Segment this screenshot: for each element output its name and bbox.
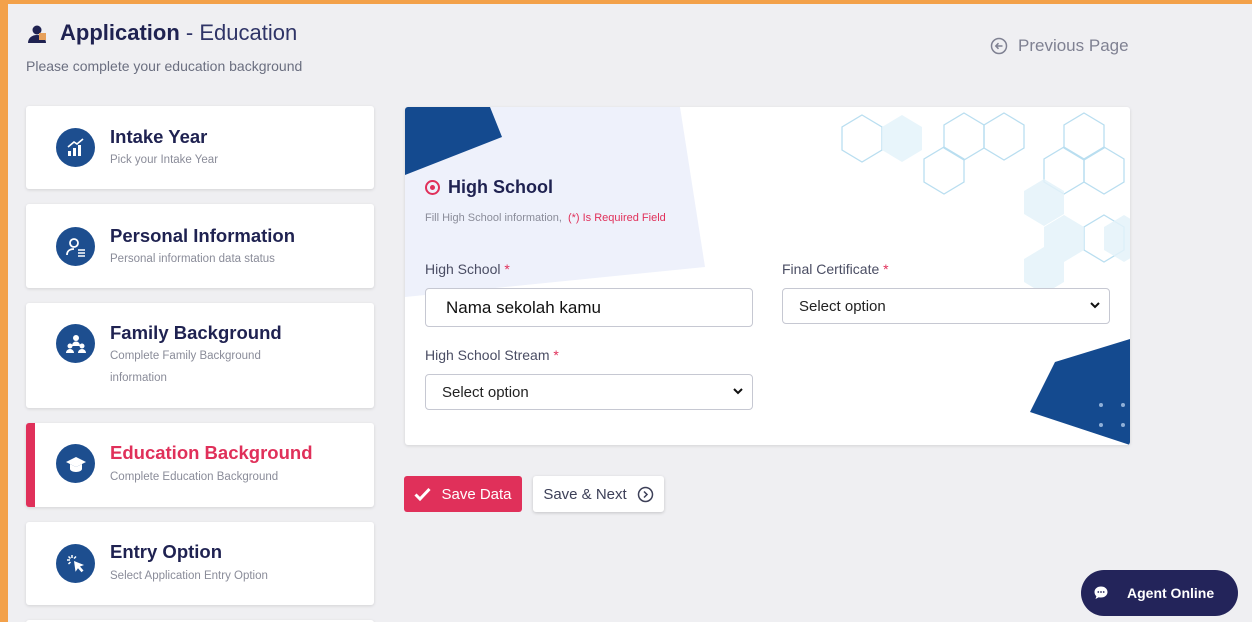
radio-selected-icon: [425, 180, 440, 195]
agent-online-label: Agent Online: [1127, 585, 1215, 601]
user-card-icon: [56, 227, 95, 266]
section-subtitle: Fill High School information, (*) Is Requ…: [425, 212, 666, 224]
previous-page-label: Previous Page: [1018, 36, 1129, 55]
high-school-label: High School *: [425, 261, 510, 277]
final-certificate-label: Final Certificate *: [782, 261, 889, 277]
stream-select[interactable]: Select option: [425, 374, 753, 410]
high-school-panel: High School Fill High School information…: [405, 107, 1130, 445]
sidebar-item-desc: Complete Education Background: [110, 471, 279, 483]
sidebar-item-desc: Pick your Intake Year: [110, 154, 219, 166]
required-note: (*) Is Required Field: [567, 212, 666, 224]
page-title: Application - Education: [60, 20, 298, 45]
chart-icon: [56, 128, 95, 167]
page-subtitle: Please complete your education backgroun…: [26, 58, 303, 74]
sidebar-item-desc: Personal information data status: [110, 253, 275, 265]
sidebar-item-title: Education Background: [110, 442, 313, 463]
graduation-cap-icon: [56, 444, 95, 483]
cursor-click-icon: [56, 544, 95, 583]
previous-page-link[interactable]: Previous Page: [990, 36, 1129, 56]
family-icon: [56, 324, 95, 363]
save-next-button[interactable]: Save & Next: [533, 476, 664, 512]
chat-bubble-icon: [1094, 586, 1108, 599]
sidebar-item-desc: Complete Family Background information: [110, 350, 261, 384]
sidebar-item-title: Entry Option: [110, 541, 223, 562]
chevron-down-icon: [733, 388, 743, 395]
section-title: High School: [425, 177, 553, 198]
sidebar-item-title: Family Background: [110, 322, 282, 343]
sidebar-item-personal-information[interactable]: Personal Information Personal informatio…: [26, 204, 374, 288]
arrow-right-circle-icon: [637, 486, 653, 502]
sidebar-item-desc: Select Application Entry Option: [110, 570, 268, 582]
sidebar-item-title: Personal Information: [110, 225, 296, 246]
save-data-button[interactable]: Save Data: [404, 476, 522, 512]
arrow-left-circle-icon: [990, 37, 1008, 55]
sidebar-item-family-background[interactable]: Family Background Complete Family Backgr…: [26, 303, 374, 408]
applicant-icon: [28, 25, 46, 43]
page-frame: Application - Education Please complete …: [8, 4, 1252, 622]
stream-label: High School Stream *: [425, 347, 559, 363]
sidebar-item-title: Intake Year: [110, 126, 208, 147]
check-icon: [414, 487, 432, 501]
sidebar-item-education-background[interactable]: Education Background Complete Education …: [26, 423, 374, 507]
agent-online-chat-button[interactable]: Agent Online: [1081, 570, 1238, 616]
sidebar-item-entry-option[interactable]: Entry Option Select Application Entry Op…: [26, 522, 374, 605]
final-certificate-select[interactable]: Select option: [782, 288, 1110, 324]
chevron-down-icon: [1090, 302, 1100, 309]
high-school-input[interactable]: Nama sekolah kamu: [425, 288, 753, 327]
sidebar-item-intake-year[interactable]: Intake Year Pick your Intake Year: [26, 106, 374, 189]
